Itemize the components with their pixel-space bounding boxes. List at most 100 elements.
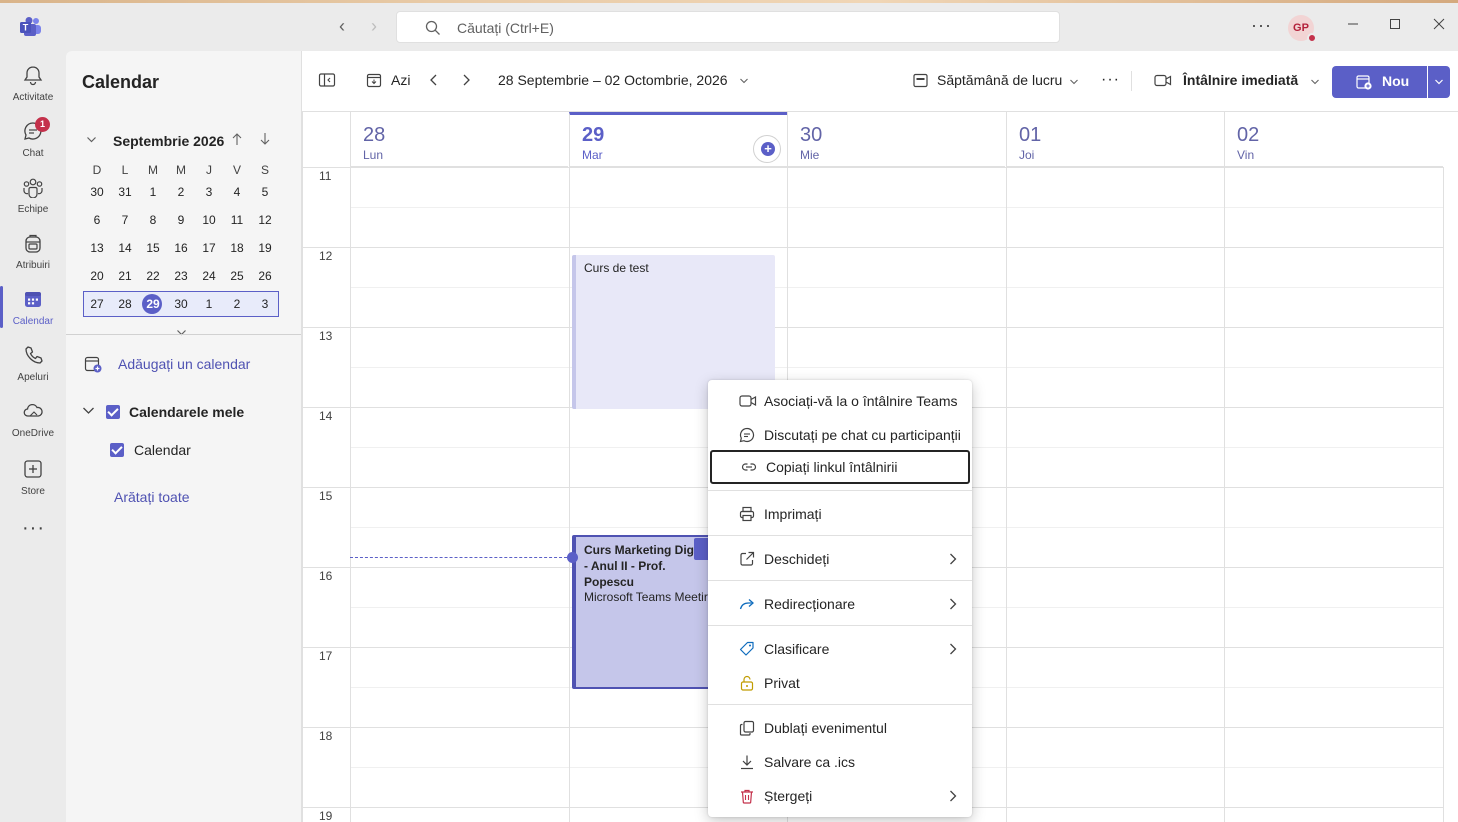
menu-item-label: Salvare ca .ics bbox=[764, 754, 856, 770]
menu-item-trash[interactable]: Ștergeți bbox=[708, 780, 972, 812]
search-input[interactable]: Căutați (Ctrl+E) bbox=[396, 11, 1060, 43]
hour-label: 15 bbox=[319, 489, 333, 503]
mini-calendar-day[interactable]: 7 bbox=[111, 208, 139, 232]
menu-item-copy[interactable]: Dublați evenimentul bbox=[708, 712, 972, 744]
rail-item-onedrive[interactable]: OneDrive bbox=[0, 392, 66, 448]
day-header[interactable]: 28 Lun bbox=[350, 112, 568, 167]
rail-item-calendar[interactable]: Calendar bbox=[0, 280, 66, 336]
show-all-link[interactable]: Arătați toate bbox=[114, 489, 190, 505]
mini-calendar-day[interactable]: 2 bbox=[167, 180, 195, 204]
copy-icon bbox=[739, 720, 755, 736]
rail-item-calls[interactable]: Apeluri bbox=[0, 336, 66, 392]
chevron-down-icon[interactable] bbox=[82, 404, 95, 417]
add-event-icon[interactable] bbox=[753, 135, 781, 163]
more-apps-icon[interactable]: ··· bbox=[22, 517, 45, 540]
menu-item-video[interactable]: Asociați-vă la o întâlnire Teams bbox=[708, 385, 972, 417]
mini-calendar-day[interactable]: 24 bbox=[195, 264, 223, 288]
next-month-icon[interactable] bbox=[259, 132, 271, 146]
mini-calendar-day[interactable]: 18 bbox=[223, 236, 251, 260]
mini-calendar-day[interactable]: 28 bbox=[111, 292, 139, 316]
next-week-icon[interactable] bbox=[460, 71, 472, 91]
menu-item-link[interactable]: Copiați linkul întâlnirii bbox=[710, 450, 970, 484]
rail-item-activity[interactable]: Activitate bbox=[0, 56, 66, 112]
previous-week-icon[interactable] bbox=[428, 71, 440, 91]
more-options-icon[interactable]: ··· bbox=[1101, 71, 1120, 91]
mini-calendar-day[interactable]: 3 bbox=[251, 292, 279, 316]
toggle-sidebar-icon[interactable] bbox=[318, 71, 336, 91]
mini-calendar-day[interactable]: 12 bbox=[251, 208, 279, 232]
mini-calendar-day[interactable]: 21 bbox=[111, 264, 139, 288]
mini-calendar-day[interactable]: 5 bbox=[251, 180, 279, 204]
day-header[interactable]: 01 Joi bbox=[1006, 112, 1224, 167]
mini-calendar-month[interactable]: Septembrie 2026 bbox=[113, 133, 224, 149]
mini-calendar-day[interactable]: 31 bbox=[111, 180, 139, 204]
menu-item-forward[interactable]: Redirecționare bbox=[708, 588, 972, 620]
new-meeting-button[interactable]: Nou bbox=[1332, 66, 1427, 98]
mini-calendar-day[interactable]: 30 bbox=[167, 292, 195, 316]
maximize-icon[interactable] bbox=[1388, 16, 1402, 32]
event-card-selected[interactable]: Curs Marketing Digital - Anul II - Prof.… bbox=[572, 535, 712, 689]
mini-calendar-day[interactable]: 26 bbox=[251, 264, 279, 288]
menu-item-tag[interactable]: Clasificare bbox=[708, 633, 972, 665]
calendar-list-item[interactable]: Calendar bbox=[110, 441, 290, 461]
mini-calendar-day[interactable]: 19 bbox=[251, 236, 279, 260]
day-header[interactable]: 29 Mar bbox=[569, 112, 787, 167]
mini-calendar-day[interactable]: 27 bbox=[83, 292, 111, 316]
menu-item-lock-open[interactable]: Privat bbox=[708, 667, 972, 699]
day-header[interactable]: 02 Vin bbox=[1224, 112, 1443, 167]
my-calendars-group[interactable]: Calendarele mele bbox=[82, 403, 292, 425]
mini-calendar-day[interactable]: 1 bbox=[139, 180, 167, 204]
mini-calendar-day[interactable]: 22 bbox=[139, 264, 167, 288]
mini-calendar-day[interactable]: 29 bbox=[139, 292, 167, 316]
collapse-chevron-icon[interactable] bbox=[86, 134, 97, 145]
avatar[interactable]: GP bbox=[1288, 15, 1317, 43]
hour-label: 11 bbox=[319, 169, 332, 183]
title-accent bbox=[0, 0, 1458, 3]
mini-calendar-day[interactable]: 1 bbox=[195, 292, 223, 316]
day-column-divider bbox=[1443, 167, 1444, 822]
mini-calendar-day[interactable]: 25 bbox=[223, 264, 251, 288]
mini-calendar-day[interactable]: 9 bbox=[167, 208, 195, 232]
expand-chevron-icon[interactable] bbox=[176, 327, 187, 338]
mini-calendar-day[interactable]: 4 bbox=[223, 180, 251, 204]
mini-calendar-day[interactable]: 15 bbox=[139, 236, 167, 260]
day-name: Joi bbox=[1019, 148, 1035, 162]
rail-item-store[interactable]: Store bbox=[0, 450, 66, 506]
rail-item-chat[interactable]: 1 Chat bbox=[0, 112, 66, 168]
cloud-icon bbox=[22, 400, 44, 422]
mini-calendar-day[interactable]: 8 bbox=[139, 208, 167, 232]
view-label: Săptămână de lucru bbox=[937, 72, 1063, 88]
mini-calendar-day[interactable]: 17 bbox=[195, 236, 223, 260]
calendar-checkbox[interactable] bbox=[110, 443, 124, 457]
mini-calendar-day[interactable]: 3 bbox=[195, 180, 223, 204]
panel-title: Calendar bbox=[82, 72, 160, 92]
mini-calendar-day[interactable]: 14 bbox=[111, 236, 139, 260]
rail-item-assignments[interactable]: Atribuiri bbox=[0, 224, 66, 280]
mini-calendar-day[interactable]: 30 bbox=[83, 180, 111, 204]
chevron-right-icon bbox=[948, 551, 958, 567]
close-icon[interactable] bbox=[1432, 16, 1446, 32]
mini-calendar-day[interactable]: 11 bbox=[223, 208, 251, 232]
menu-item-chat[interactable]: Discutați pe chat cu participanții bbox=[708, 419, 972, 451]
add-calendar-button[interactable]: Adăugați un calendar bbox=[84, 355, 284, 375]
menu-item-print[interactable]: Imprimați bbox=[708, 498, 972, 530]
minimize-icon[interactable] bbox=[1346, 16, 1360, 32]
mini-calendar-day[interactable]: 13 bbox=[83, 236, 111, 260]
hour-label: 18 bbox=[319, 729, 333, 743]
menu-item-download[interactable]: Salvare ca .ics bbox=[708, 746, 972, 778]
new-dropdown-icon[interactable] bbox=[1428, 66, 1450, 98]
menu-item-open[interactable]: Deschideți bbox=[708, 543, 972, 575]
back-arrow-icon[interactable]: ‹ bbox=[334, 17, 350, 35]
mini-calendar-day[interactable]: 2 bbox=[223, 292, 251, 316]
my-calendars-checkbox[interactable] bbox=[106, 405, 120, 419]
mini-calendar-day[interactable]: 23 bbox=[167, 264, 195, 288]
more-options-icon[interactable]: ··· bbox=[1251, 15, 1272, 36]
day-header[interactable]: 30 Mie bbox=[787, 112, 1005, 167]
mini-calendar-day[interactable]: 20 bbox=[83, 264, 111, 288]
previous-month-icon[interactable] bbox=[231, 132, 243, 146]
rail-item-teams[interactable]: Echipe bbox=[0, 168, 66, 224]
mini-calendar-day[interactable]: 10 bbox=[195, 208, 223, 232]
forward-arrow-icon[interactable]: › bbox=[366, 17, 382, 35]
mini-calendar-day[interactable]: 6 bbox=[83, 208, 111, 232]
mini-calendar-day[interactable]: 16 bbox=[167, 236, 195, 260]
